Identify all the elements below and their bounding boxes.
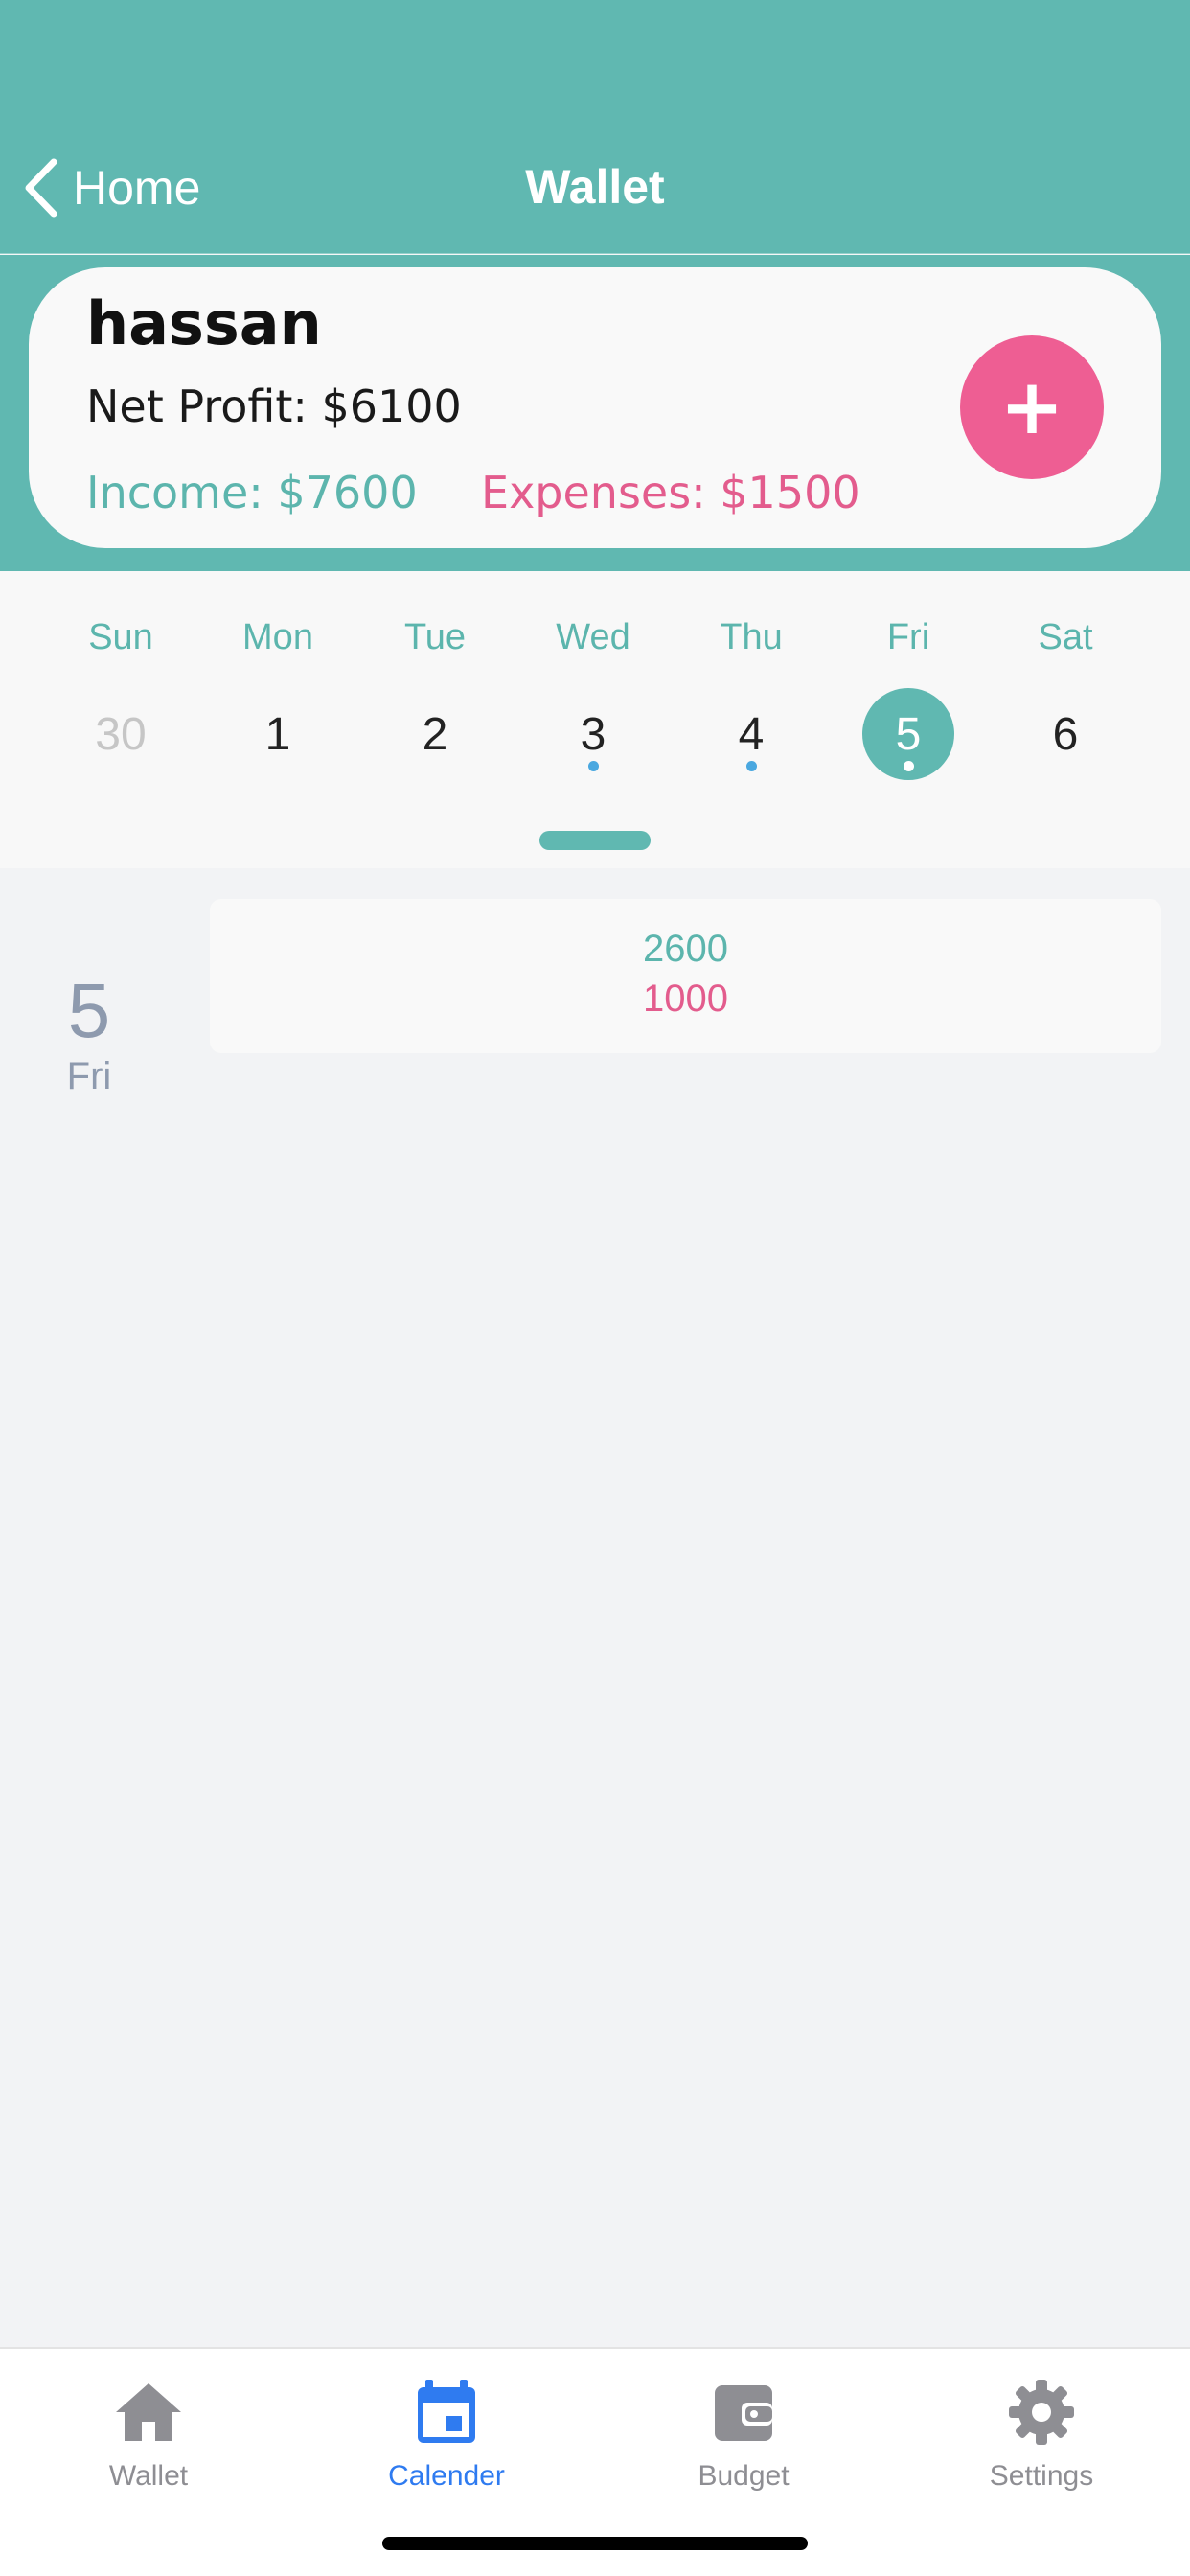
- calendar-drag-handle[interactable]: [539, 831, 651, 850]
- tab-wallet-label: Wallet: [108, 2460, 189, 2492]
- net-profit-text: Net Profit: $6100: [86, 380, 462, 432]
- date-button[interactable]: 30: [75, 688, 167, 780]
- calendar-icon: [418, 2380, 475, 2443]
- weekday-label: Mon: [242, 617, 313, 657]
- agenda-entry-card[interactable]: 2600 1000: [210, 899, 1161, 1053]
- tab-settings[interactable]: Settings: [927, 2368, 1156, 2512]
- agenda-date: 5 Fri: [29, 968, 149, 1098]
- home-icon: [116, 2383, 181, 2441]
- tab-calender-label: Calender: [388, 2460, 505, 2492]
- weekday-label: Tue: [403, 617, 467, 657]
- tab-budget-label: Budget: [698, 2460, 790, 2492]
- weekday-label: Wed: [556, 617, 630, 657]
- page-title: Wallet: [525, 160, 665, 214]
- wallet-summary-card: hassan Net Profit: $6100 Income: $7600 E…: [29, 267, 1161, 548]
- wallet-icon: [715, 2385, 772, 2441]
- tab-budget[interactable]: Budget: [629, 2368, 858, 2512]
- week-calendar: Sun 30 Mon 1 Tue 2 Wed 3 Thu 4 Fri 5 Sat 6: [0, 571, 1190, 868]
- date-button[interactable]: 6: [1019, 688, 1111, 780]
- tab-wallet[interactable]: Wallet: [34, 2368, 263, 2512]
- income-total-text: Income: $7600: [86, 467, 418, 518]
- weekday-label: Thu: [720, 617, 783, 657]
- tab-calender[interactable]: Calender: [332, 2368, 561, 2512]
- entry-expense-value: 1000: [643, 978, 728, 1020]
- weekday-label: Fri: [886, 617, 930, 657]
- agenda-date-weekday: Fri: [66, 1055, 112, 1097]
- nav-header: Home Wallet: [0, 0, 1190, 255]
- date-button[interactable]: 2: [389, 688, 481, 780]
- event-dot-indicator: [904, 761, 914, 771]
- home-indicator: [382, 2537, 808, 2550]
- entry-income-value: 2600: [643, 928, 728, 970]
- event-dot-indicator: [746, 761, 757, 771]
- add-transaction-button[interactable]: +: [960, 335, 1104, 479]
- weekday-label: Sun: [88, 617, 153, 657]
- gear-icon: [1009, 2380, 1074, 2445]
- weekday-label: Sat: [1038, 617, 1093, 657]
- date-button[interactable]: 1: [232, 688, 324, 780]
- event-dot-indicator: [588, 761, 599, 771]
- tab-bar: Wallet Calender Budget Settings: [0, 2347, 1190, 2576]
- wallet-name: hassan: [86, 288, 322, 358]
- expenses-total-text: Expenses: $1500: [481, 467, 860, 518]
- tab-settings-label: Settings: [989, 2460, 1094, 2492]
- agenda-date-number: 5: [67, 968, 111, 1053]
- plus-icon: +: [999, 362, 1064, 451]
